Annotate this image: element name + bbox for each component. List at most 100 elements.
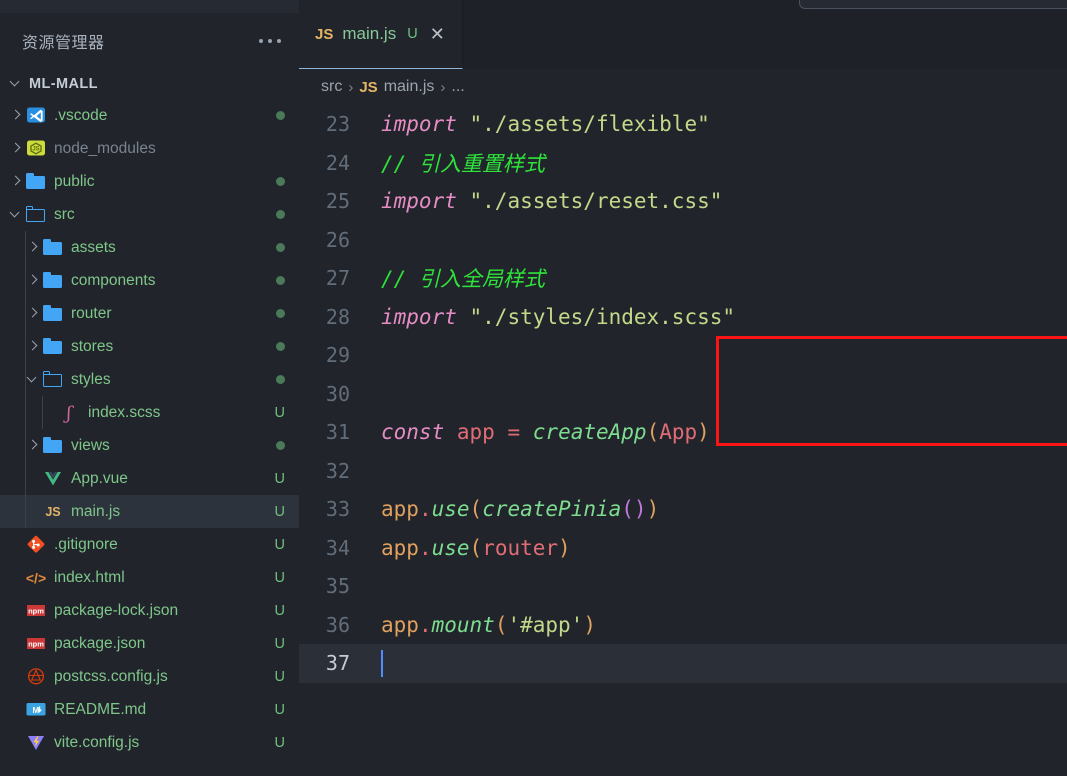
code-line[interactable]: 31 const app = createApp(App) — [299, 413, 1067, 452]
sidebar-top-strip — [0, 0, 299, 13]
tree-item-label: styles — [71, 370, 111, 388]
code-token: App — [659, 420, 698, 445]
indent-guide — [25, 396, 26, 429]
code-token: . — [418, 612, 432, 637]
code-token: ) — [633, 497, 647, 522]
code-line[interactable]: 30 — [299, 375, 1067, 414]
tree-item-label: .vscode — [54, 106, 108, 124]
tree-item-components[interactable]: components — [0, 264, 299, 297]
chevron-right-icon: › — [348, 78, 354, 96]
tree-item-router[interactable]: router — [0, 297, 299, 330]
code-line[interactable]: 37 — [299, 644, 1067, 683]
tree-item-package-lock-json[interactable]: npm package-lock.json U — [0, 594, 299, 627]
breadcrumb: src › JS main.js › ... — [299, 69, 1067, 105]
breadcrumb-item-src[interactable]: src — [321, 78, 342, 96]
modified-dot-indicator — [276, 210, 285, 219]
vscode-window: 资源管理器 ML-MALL .vscode JS node_modules publi… — [0, 0, 1067, 776]
vite-icon — [25, 734, 47, 752]
svg-text:npm: npm — [28, 639, 44, 648]
line-number: 29 — [325, 343, 350, 368]
line-number: 26 — [325, 227, 350, 252]
git-status-badge: U — [274, 602, 285, 619]
chevron-right-icon[interactable] — [25, 305, 42, 322]
tree-item-postcss-config-js[interactable]: postcss.config.js U — [0, 660, 299, 693]
no-chevron — [25, 470, 42, 487]
tree-item-vite-config-js[interactable]: vite.config.js U — [0, 726, 299, 759]
code-line[interactable]: 27 // 引入全局样式 — [299, 259, 1067, 298]
code-line[interactable]: 24 // 引入重置样式 — [299, 144, 1067, 183]
tree-item-label: README.md — [54, 700, 147, 718]
code-token: router — [482, 535, 559, 560]
tree-root-ml-mall[interactable]: ML-MALL — [0, 68, 299, 99]
line-number: 24 — [325, 150, 350, 175]
tree-item-label: router — [71, 304, 112, 322]
code-text: // 引入全局样式 — [367, 263, 545, 293]
code-token: app — [381, 497, 419, 522]
tree-item-label: index.html — [54, 568, 125, 586]
code-line[interactable]: 34 app.use(router) — [299, 529, 1067, 568]
tree-item-readme-md[interactable]: M README.md U — [0, 693, 299, 726]
tree-item-index-scss[interactable]: ʃ index.scss U — [0, 396, 299, 429]
chevron-down-icon[interactable] — [8, 206, 25, 223]
tree-item-index-html[interactable]: </> index.html U — [0, 561, 299, 594]
tab-main-js[interactable]: JS main.js U ✕ — [299, 0, 463, 69]
no-chevron — [42, 404, 59, 421]
chevron-right-icon[interactable] — [25, 437, 42, 454]
chevron-right-icon[interactable] — [8, 140, 25, 157]
more-actions-icon[interactable] — [257, 33, 283, 49]
tree-item--vscode[interactable]: .vscode — [0, 99, 299, 132]
tree-item-views[interactable]: views — [0, 429, 299, 462]
chevron-down-icon[interactable] — [25, 371, 42, 388]
tree-item-node-modules[interactable]: JS node_modules — [0, 132, 299, 165]
code-line[interactable]: 26 — [299, 221, 1067, 260]
code-token: mount — [431, 612, 495, 637]
tree-item-src[interactable]: src — [0, 198, 299, 231]
folder-icon — [42, 238, 64, 257]
code-line[interactable]: 36 app.mount('#app') — [299, 606, 1067, 645]
js-icon: JS — [359, 78, 378, 96]
chevron-right-icon[interactable] — [8, 173, 25, 190]
code-line[interactable]: 25 import "./assets/reset.css" — [299, 182, 1067, 221]
line-number: 28 — [325, 304, 350, 329]
chevron-right-icon[interactable] — [25, 239, 42, 256]
tree-item-app-vue[interactable]: App.vue U — [0, 462, 299, 495]
tree-item-package-json[interactable]: npm package.json U — [0, 627, 299, 660]
code-line[interactable]: 29 — [299, 336, 1067, 375]
tree-item-main-js[interactable]: JS main.js U — [0, 495, 299, 528]
modified-dot-indicator — [276, 111, 285, 120]
tree-item--gitignore[interactable]: .gitignore U — [0, 528, 299, 561]
code-token: import — [381, 304, 457, 329]
code-line[interactable]: 35 — [299, 567, 1067, 606]
tree-item-public[interactable]: public — [0, 165, 299, 198]
code-token: ( — [469, 535, 483, 560]
chevron-right-icon[interactable] — [8, 107, 25, 124]
tree-item-label: vite.config.js — [54, 733, 140, 751]
code-token: app — [456, 420, 495, 445]
close-icon[interactable]: ✕ — [427, 23, 448, 45]
code-token: ( — [469, 497, 483, 522]
code-token: createPinia — [482, 497, 622, 522]
code-line[interactable]: 28 import "./styles/index.scss" — [299, 298, 1067, 337]
code-token: import — [381, 112, 457, 137]
code-line[interactable]: 32 — [299, 452, 1067, 491]
breadcrumb-item-file[interactable]: main.js — [384, 78, 435, 96]
no-chevron — [8, 734, 25, 751]
modified-dot-indicator — [276, 177, 285, 186]
chevron-right-icon[interactable] — [25, 338, 42, 355]
tree-item-assets[interactable]: assets — [0, 231, 299, 264]
code-line[interactable]: 33 app.use(createPinia()) — [299, 490, 1067, 529]
tree-item-stores[interactable]: stores — [0, 330, 299, 363]
tree-item-styles[interactable]: styles — [0, 363, 299, 396]
code-editor[interactable]: 23 import "./assets/flexible" 24// 引入重置样式 2… — [299, 105, 1067, 776]
breadcrumb-item-symbol[interactable]: ... — [451, 78, 464, 96]
npm-icon: npm — [25, 635, 47, 653]
code-line[interactable]: 23 import "./assets/flexible" — [299, 105, 1067, 144]
chevron-right-icon[interactable] — [25, 272, 42, 289]
